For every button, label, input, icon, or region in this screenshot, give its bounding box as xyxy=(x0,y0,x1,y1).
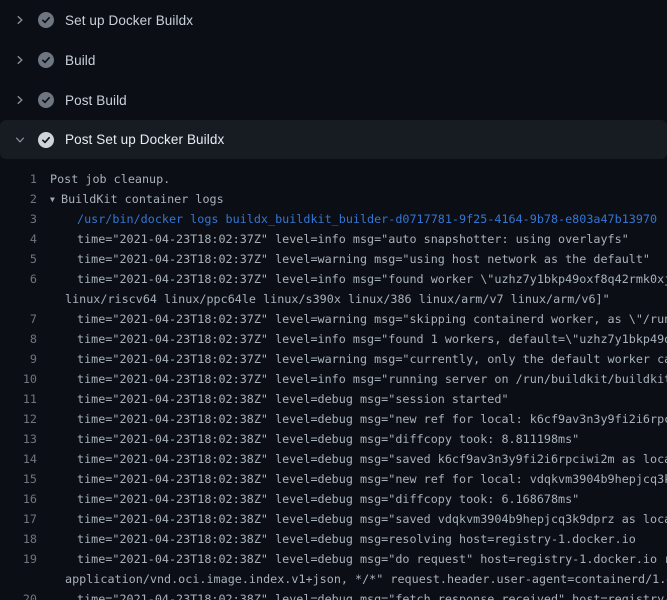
log-text: time="2021-04-23T18:02:38Z" level=debug … xyxy=(77,489,579,509)
line-number[interactable]: 20 xyxy=(0,589,37,600)
log-text: time="2021-04-23T18:02:37Z" level=info m… xyxy=(77,229,629,249)
line-number[interactable]: 10 xyxy=(0,369,37,389)
line-number[interactable]: 14 xyxy=(0,449,37,469)
line-number[interactable]: 19 xyxy=(0,549,37,569)
step-row-build[interactable]: Build xyxy=(0,40,667,80)
log-text: time="2021-04-23T18:02:37Z" level=info m… xyxy=(77,269,667,289)
log-text: Post job cleanup. xyxy=(50,169,170,189)
step-title: Build xyxy=(65,53,96,68)
log-line: 8 time="2021-04-23T18:02:37Z" level=info … xyxy=(0,329,667,349)
log-line: 10 time="2021-04-23T18:02:37Z" level=info… xyxy=(0,369,667,389)
log-line[interactable]: 2 ▼BuildKit container logs xyxy=(0,189,667,209)
log-text: time="2021-04-23T18:02:38Z" level=debug … xyxy=(77,429,579,449)
log-line: 12 time="2021-04-23T18:02:38Z" level=debu… xyxy=(0,409,667,429)
chevron-down-icon xyxy=(12,132,28,148)
log-line: 18 time="2021-04-23T18:02:38Z" level=debu… xyxy=(0,529,667,549)
check-circle-icon xyxy=(38,132,54,148)
step-row-set-up-docker-buildx[interactable]: Set up Docker Buildx xyxy=(0,0,667,40)
line-number[interactable]: 18 xyxy=(0,529,37,549)
line-number[interactable]: 3 xyxy=(0,209,37,229)
line-number[interactable]: 7 xyxy=(0,309,37,329)
log-line: 7 time="2021-04-23T18:02:37Z" level=warni… xyxy=(0,309,667,329)
log-text: time="2021-04-23T18:02:37Z" level=info m… xyxy=(77,329,667,349)
chevron-right-icon xyxy=(12,52,28,68)
log-line: 1 Post job cleanup. xyxy=(0,169,667,189)
step-title: Set up Docker Buildx xyxy=(65,13,193,28)
log-lines: 1 Post job cleanup. 2 ▼BuildKit container l… xyxy=(0,159,667,600)
log-group-toggle[interactable]: ▼BuildKit container logs xyxy=(50,189,224,209)
check-circle-icon xyxy=(38,92,54,108)
log-line: 19 time="2021-04-23T18:02:38Z" level=debu… xyxy=(0,549,667,569)
log-line: 6 time="2021-04-23T18:02:37Z" level=info … xyxy=(0,269,667,289)
line-number[interactable]: 16 xyxy=(0,489,37,509)
check-circle-icon xyxy=(38,12,54,28)
log-text: time="2021-04-23T18:02:37Z" level=warnin… xyxy=(77,309,667,329)
log-line: 11 time="2021-04-23T18:02:38Z" level=debu… xyxy=(0,389,667,409)
step-row-post-build[interactable]: Post Build xyxy=(0,80,667,120)
check-circle-icon xyxy=(38,52,54,68)
log-text: time="2021-04-23T18:02:38Z" level=debug … xyxy=(77,529,636,549)
line-number[interactable]: 11 xyxy=(0,389,37,409)
log-text: time="2021-04-23T18:02:37Z" level=warnin… xyxy=(77,349,667,369)
chevron-right-icon xyxy=(12,92,28,108)
log-line: 13 time="2021-04-23T18:02:38Z" level=debu… xyxy=(0,429,667,449)
log-line: 4 time="2021-04-23T18:02:37Z" level=info … xyxy=(0,229,667,249)
group-expanded-triangle-icon[interactable]: ▼ xyxy=(50,190,61,209)
step-row-post-set-up-docker-buildx[interactable]: Post Set up Docker Buildx xyxy=(0,120,667,159)
log-text: application/vnd.oci.image.index.v1+json,… xyxy=(65,569,667,589)
log-line: 15 time="2021-04-23T18:02:38Z" level=debu… xyxy=(0,469,667,489)
log-text: time="2021-04-23T18:02:38Z" level=debug … xyxy=(77,589,667,600)
log-text: time="2021-04-23T18:02:38Z" level=debug … xyxy=(77,509,667,529)
line-number[interactable]: 6 xyxy=(0,269,37,289)
log-text: time="2021-04-23T18:02:38Z" level=debug … xyxy=(77,449,667,469)
line-number[interactable]: 8 xyxy=(0,329,37,349)
log-text: time="2021-04-23T18:02:38Z" level=debug … xyxy=(77,389,509,409)
line-number[interactable]: 1 xyxy=(0,169,37,189)
steps-list: Set up Docker Buildx Build Post Build Post … xyxy=(0,0,667,159)
chevron-right-icon xyxy=(12,12,28,28)
log-text: time="2021-04-23T18:02:38Z" level=debug … xyxy=(77,409,667,429)
group-label[interactable]: BuildKit container logs xyxy=(61,192,224,206)
log-text: time="2021-04-23T18:02:37Z" level=warnin… xyxy=(77,249,650,269)
log-line: 9 time="2021-04-23T18:02:37Z" level=warni… xyxy=(0,349,667,369)
log-line-wrap: linux/riscv64 linux/ppc64le linux/s390x … xyxy=(0,289,667,309)
log-line: 17 time="2021-04-23T18:02:38Z" level=debu… xyxy=(0,509,667,529)
line-number[interactable]: 12 xyxy=(0,409,37,429)
workflow-log-viewer: Set up Docker Buildx Build Post Build Post … xyxy=(0,0,667,600)
log-line-wrap: application/vnd.oci.image.index.v1+json,… xyxy=(0,569,667,589)
log-line: 5 time="2021-04-23T18:02:37Z" level=warni… xyxy=(0,249,667,269)
step-title: Post Build xyxy=(65,93,127,108)
line-number[interactable]: 15 xyxy=(0,469,37,489)
log-line: 14 time="2021-04-23T18:02:38Z" level=debu… xyxy=(0,449,667,469)
line-number[interactable]: 4 xyxy=(0,229,37,249)
log-text: time="2021-04-23T18:02:38Z" level=debug … xyxy=(77,549,667,569)
log-line: 20 time="2021-04-23T18:02:38Z" level=debu… xyxy=(0,589,667,600)
log-text: time="2021-04-23T18:02:37Z" level=info m… xyxy=(77,369,667,389)
log-line: 3/usr/bin/docker logs buildx_buildkit_bu… xyxy=(0,209,667,229)
line-number[interactable]: 5 xyxy=(0,249,37,269)
line-number[interactable]: 17 xyxy=(0,509,37,529)
line-number[interactable]: 13 xyxy=(0,429,37,449)
line-number[interactable]: 9 xyxy=(0,349,37,369)
line-number[interactable]: 2 xyxy=(0,189,37,209)
log-command-text: /usr/bin/docker logs buildx_buildkit_bui… xyxy=(77,209,657,229)
step-title: Post Set up Docker Buildx xyxy=(65,132,224,147)
log-line: 16 time="2021-04-23T18:02:38Z" level=debu… xyxy=(0,489,667,509)
log-text: linux/riscv64 linux/ppc64le linux/s390x … xyxy=(65,289,610,309)
log-text: time="2021-04-23T18:02:38Z" level=debug … xyxy=(77,469,667,489)
